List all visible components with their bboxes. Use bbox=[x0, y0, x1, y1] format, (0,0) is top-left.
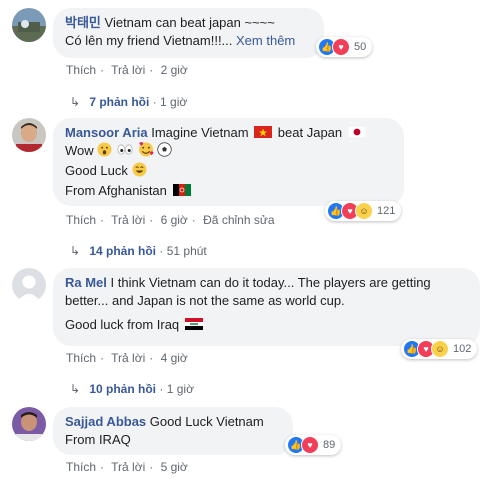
vietnam-flag-icon bbox=[254, 126, 273, 138]
afghanistan-flag-icon bbox=[172, 184, 191, 196]
avatar[interactable] bbox=[12, 8, 46, 42]
reply-arrow-icon: ↳ bbox=[70, 244, 81, 258]
comment-author[interactable]: Ra Mel bbox=[65, 275, 107, 290]
haha-reaction-icon: ☺ bbox=[431, 340, 449, 358]
comment-bubble: Mansoor Aria Imagine Vietnam beat Japan … bbox=[53, 118, 404, 206]
comment-text: From Afghanistan bbox=[65, 183, 167, 198]
comment-author[interactable]: 박태민 bbox=[65, 15, 101, 30]
like-button[interactable]: Thích bbox=[66, 213, 96, 227]
love-reaction-icon: ♥ bbox=[301, 436, 319, 454]
soccer-ball-emoji-icon bbox=[157, 142, 172, 162]
replies-time: 1 giờ bbox=[166, 382, 194, 396]
japan-flag-icon bbox=[347, 126, 366, 138]
comment-text: Good luck from Iraq bbox=[65, 317, 180, 332]
like-button[interactable]: Thích bbox=[66, 460, 96, 474]
replies-count[interactable]: 10 phản hồi bbox=[89, 382, 156, 396]
comment-timestamp[interactable]: 4 giờ bbox=[161, 351, 188, 365]
comment-timestamp[interactable]: 2 giờ bbox=[161, 63, 188, 77]
comment-author[interactable]: Mansoor Aria bbox=[65, 125, 148, 140]
haha-reaction-icon: ☺ bbox=[355, 202, 373, 220]
reaction-summary[interactable]: 👍 ♥ ☺ 121 bbox=[325, 201, 402, 221]
love-reaction-icon: ♥ bbox=[332, 38, 350, 56]
comment-text: beat Japan bbox=[277, 125, 343, 140]
reaction-count: 89 bbox=[323, 439, 336, 451]
comment-text: Có lên my friend Vietnam!!!... bbox=[65, 33, 233, 48]
comment-bubble: 박태민 Vietnam can beat japan ~~~~ Có lên m… bbox=[53, 8, 324, 58]
hearts-face-emoji-icon bbox=[138, 142, 154, 162]
comment-actions: Thích · Trả lời · 6 giờ · Đã chỉnh sửa bbox=[66, 213, 275, 227]
comment-actions: Thích · Trả lời · 2 giờ bbox=[66, 63, 188, 77]
comment-actions: Thích · Trả lời · 5 giờ bbox=[66, 460, 188, 474]
comment-text: better... and Japan is not the same as w… bbox=[65, 293, 345, 308]
reply-arrow-icon: ↳ bbox=[70, 382, 81, 396]
replies-time: 51 phút bbox=[166, 244, 207, 258]
iraq-flag-icon bbox=[184, 318, 203, 330]
like-button[interactable]: Thích bbox=[66, 63, 96, 77]
reply-button[interactable]: Trả lời bbox=[111, 460, 145, 474]
grinning-emoji-icon bbox=[131, 162, 147, 182]
eyes-emoji-icon bbox=[116, 142, 134, 162]
avatar[interactable] bbox=[12, 118, 46, 152]
reply-button[interactable]: Trả lời bbox=[111, 63, 145, 77]
comment-text: Wow bbox=[65, 143, 94, 158]
comment-text: Good Luck bbox=[65, 163, 128, 178]
comment-actions: Thích · Trả lời · 4 giờ bbox=[66, 351, 188, 365]
comment-text: Vietnam can beat japan ~~~~ bbox=[104, 15, 275, 30]
replies-time: 1 giờ bbox=[160, 95, 188, 109]
comment-bubble: Ra Mel I think Vietnam can do it today..… bbox=[53, 268, 480, 346]
comment-text: I think Vietnam can do it today... The p… bbox=[110, 275, 431, 290]
comment-text: Good Luck Vietnam bbox=[149, 414, 264, 429]
reaction-summary[interactable]: 👍 ♥ 50 bbox=[316, 37, 373, 57]
reply-arrow-icon: ↳ bbox=[70, 95, 81, 109]
avatar[interactable] bbox=[12, 407, 46, 441]
comment-text: Imagine Vietnam bbox=[151, 125, 249, 140]
comment-bubble: Sajjad Abbas Good Luck Vietnam From IRAQ bbox=[53, 407, 293, 455]
comment-author[interactable]: Sajjad Abbas bbox=[65, 414, 146, 429]
surprised-emoji-icon bbox=[97, 142, 112, 162]
reaction-summary[interactable]: 👍 ♥ 89 bbox=[285, 435, 342, 455]
view-replies[interactable]: ↳ 7 phản hồi · 1 giờ bbox=[70, 95, 187, 109]
comment-timestamp[interactable]: 5 giờ bbox=[161, 460, 188, 474]
reaction-count: 121 bbox=[377, 205, 396, 217]
reaction-count: 102 bbox=[453, 343, 472, 355]
comment-timestamp[interactable]: 6 giờ bbox=[161, 213, 188, 227]
reply-button[interactable]: Trả lời bbox=[111, 213, 145, 227]
edited-label[interactable]: Đã chỉnh sửa bbox=[203, 213, 274, 227]
like-button[interactable]: Thích bbox=[66, 351, 96, 365]
replies-count[interactable]: 7 phản hồi bbox=[89, 95, 149, 109]
reaction-count: 50 bbox=[354, 41, 367, 53]
reaction-summary[interactable]: 👍 ♥ ☺ 102 bbox=[401, 339, 478, 359]
see-more-link[interactable]: Xem thêm bbox=[236, 33, 295, 48]
view-replies[interactable]: ↳ 14 phản hồi · 51 phút bbox=[70, 244, 207, 258]
view-replies[interactable]: ↳ 10 phản hồi · 1 giờ bbox=[70, 382, 194, 396]
replies-count[interactable]: 14 phản hồi bbox=[89, 244, 156, 258]
comment-text: From IRAQ bbox=[65, 432, 131, 447]
avatar[interactable] bbox=[12, 268, 46, 302]
reply-button[interactable]: Trả lời bbox=[111, 351, 145, 365]
